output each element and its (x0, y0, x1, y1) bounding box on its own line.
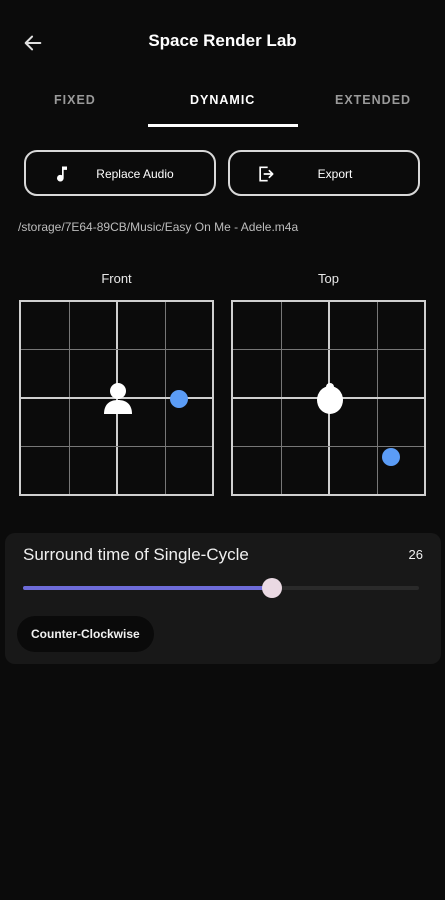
export-label: Export (317, 167, 353, 181)
cycle-title: Surround time of Single-Cycle (23, 545, 249, 564)
tab-extended[interactable]: EXTENDED (335, 93, 411, 107)
listener-icon (104, 383, 132, 414)
front-view-pad[interactable] (19, 300, 214, 496)
listener-head-icon (317, 383, 343, 414)
slider-fill (23, 586, 273, 590)
cycle-settings-card: Surround time of Single-Cycle 26 Counter… (5, 533, 441, 664)
page-title: Space Render Lab (148, 31, 297, 50)
audio-file-path: /storage/7E64-89CB/Music/Easy On Me - Ad… (18, 220, 299, 234)
top-view-label: Top (318, 271, 339, 286)
slider-thumb[interactable] (262, 578, 283, 598)
direction-toggle-button[interactable]: Counter-Clockwise (17, 616, 154, 652)
export-button[interactable]: Export (228, 150, 420, 196)
top-view-pad[interactable] (231, 300, 426, 496)
tab-indicator (148, 124, 298, 127)
cycle-slider[interactable] (23, 578, 419, 598)
replace-audio-label: Replace Audio (96, 167, 174, 181)
cycle-value: 26 (408, 547, 423, 562)
tab-fixed[interactable]: FIXED (54, 93, 96, 107)
tab-dynamic[interactable]: DYNAMIC (190, 93, 255, 107)
replace-audio-button[interactable]: Replace Audio (24, 150, 216, 196)
front-view-label: Front (101, 271, 132, 286)
sound-source-dot[interactable] (170, 390, 188, 408)
sound-source-dot[interactable] (382, 448, 400, 466)
